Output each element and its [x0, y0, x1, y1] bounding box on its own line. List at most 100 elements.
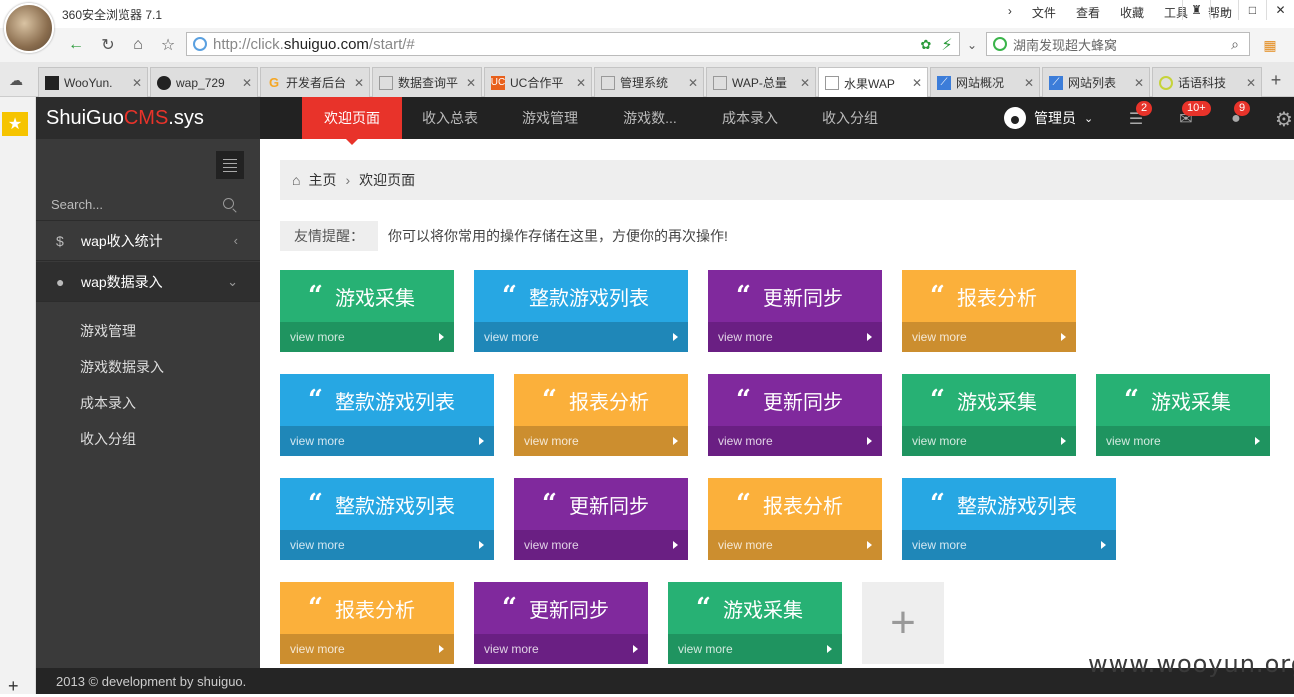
sidebar-sub-game-manage[interactable]: 游戏管理 — [80, 321, 136, 341]
minimize-button[interactable]: – — [1210, 0, 1238, 20]
sidebar-sub-cost[interactable]: 成本录入 — [80, 393, 136, 413]
shortcut-card[interactable]: “ 整款游戏列表 view more — [474, 270, 688, 352]
close-icon[interactable]: ✕ — [132, 76, 142, 90]
close-icon[interactable]: ✕ — [1134, 76, 1144, 90]
menu-file[interactable]: 文件 — [1032, 4, 1056, 21]
tab-site-overview[interactable]: ⟋ 网站概况 ✕ — [930, 67, 1040, 97]
close-icon[interactable]: ✕ — [800, 76, 810, 90]
shortcut-card[interactable]: “ 更新同步 view more — [708, 374, 882, 456]
shortcut-card[interactable]: “ 整款游戏列表 view more — [280, 374, 494, 456]
close-icon[interactable]: ✕ — [242, 76, 252, 90]
view-more-link[interactable]: view more — [708, 426, 882, 456]
view-more-link[interactable]: view more — [280, 322, 454, 352]
skin-icon[interactable]: ♜ — [1182, 0, 1210, 20]
close-button[interactable]: ✕ — [1266, 0, 1294, 20]
shortcut-card[interactable]: “ 更新同步 view more — [514, 478, 688, 560]
search-icon[interactable]: ⌕ — [1231, 36, 1239, 53]
close-icon[interactable]: ✕ — [1024, 76, 1034, 90]
tab-wap-total[interactable]: WAP-总量 ✕ — [706, 67, 816, 97]
tab-uc[interactable]: UC UC合作平 ✕ — [484, 67, 592, 97]
maximize-button[interactable]: □ — [1238, 0, 1266, 20]
list-icon[interactable]: ☰ 2 — [1126, 101, 1153, 129]
view-more-link[interactable]: view more — [514, 530, 688, 560]
search-icon[interactable] — [223, 198, 234, 209]
add-shortcut-button[interactable]: + — [862, 582, 944, 664]
view-more-link[interactable]: view more — [902, 426, 1076, 456]
tab-data-query[interactable]: 数据查询平 ✕ — [372, 67, 482, 97]
menu-favorites[interactable]: 收藏 — [1120, 4, 1144, 21]
chat-icon[interactable]: ● 9 — [1226, 101, 1251, 129]
tab-site-list[interactable]: ⟋ 网站列表 ✕ — [1042, 67, 1150, 97]
close-icon[interactable]: ✕ — [1246, 76, 1256, 90]
apps-grid-icon[interactable]: ▦ — [1258, 33, 1282, 57]
close-icon[interactable]: ✕ — [466, 76, 476, 90]
home-icon[interactable]: ⌂ — [292, 172, 300, 188]
search-input[interactable]: 湖南发现超大蜂窝 ⌕ — [986, 32, 1250, 56]
view-more-link[interactable]: view more — [708, 530, 882, 560]
shortcut-card[interactable]: “ 整款游戏列表 view more — [280, 478, 494, 560]
nav-welcome[interactable]: 欢迎页面 — [302, 97, 402, 145]
mail-icon[interactable]: ✉ 10+ — [1176, 101, 1211, 129]
view-more-link[interactable]: view more — [514, 426, 688, 456]
sidebar-item-wap-income[interactable]: $ wap收入统计 ‹ — [36, 221, 260, 261]
view-more-link[interactable]: view more — [902, 530, 1116, 560]
shortcut-card[interactable]: “ 游戏采集 view more — [902, 374, 1076, 456]
cloud-icon[interactable]: ☁ — [4, 68, 28, 92]
shortcut-card[interactable]: “ 报表分析 view more — [280, 582, 454, 664]
shortcut-card[interactable]: “ 游戏采集 view more — [280, 270, 454, 352]
address-bar[interactable]: http://click. shuiguo.com/start/# — [186, 32, 960, 56]
close-icon[interactable]: ✕ — [576, 76, 586, 90]
tab-huayu[interactable]: 话语科技 ✕ — [1152, 67, 1262, 97]
view-more-link[interactable]: view more — [668, 634, 842, 664]
breadcrumb-home[interactable]: 主页 — [308, 170, 336, 190]
lightning-icon[interactable]: ⚡ — [935, 33, 959, 57]
view-more-link[interactable]: view more — [474, 322, 688, 352]
close-icon[interactable]: ✕ — [912, 76, 922, 90]
shortcut-card[interactable]: “ 游戏采集 view more — [668, 582, 842, 664]
view-more-link[interactable]: view more — [474, 634, 648, 664]
nav-game-manage[interactable]: 游戏管理 — [502, 97, 598, 139]
view-more-link[interactable]: view more — [280, 634, 454, 664]
shortcut-card[interactable]: “ 报表分析 view more — [514, 374, 688, 456]
back-arrow-icon[interactable]: ← — [64, 33, 88, 57]
view-more-link[interactable]: view more — [708, 322, 882, 352]
star-icon[interactable]: ☆ — [156, 33, 180, 57]
tab-wooyun[interactable]: WooYun. ✕ — [38, 67, 148, 97]
new-tab-plus-icon[interactable]: + — [1264, 68, 1288, 92]
gear-icon[interactable]: ⚙ — [1274, 109, 1294, 131]
tab-shuiguo-wap[interactable]: 水果WAP ✕ — [818, 67, 928, 98]
nav-cost-entry[interactable]: 成本录入 — [702, 97, 798, 139]
close-icon[interactable]: ✕ — [354, 76, 364, 90]
tab-wap729[interactable]: wap_729 ✕ — [150, 67, 258, 97]
shortcut-card[interactable]: “ 整款游戏列表 view more — [902, 478, 1116, 560]
nav-income-total[interactable]: 收入总表 — [402, 97, 498, 139]
tab-developer[interactable]: G 开发者后台 ✕ — [260, 67, 370, 97]
shortcut-card[interactable]: “ 更新同步 view more — [474, 582, 648, 664]
refresh-icon[interactable]: ↻ — [96, 33, 120, 57]
sidebar-sub-income-group[interactable]: 收入分组 — [80, 429, 136, 449]
shortcut-card[interactable]: “ 报表分析 view more — [902, 270, 1076, 352]
shortcut-card[interactable]: “ 更新同步 view more — [708, 270, 882, 352]
menu-view[interactable]: 查看 — [1076, 4, 1100, 21]
user-avatar[interactable] — [4, 3, 54, 53]
view-more-link[interactable]: view more — [280, 426, 494, 456]
view-more-link[interactable]: view more — [1096, 426, 1270, 456]
nav-game-data[interactable]: 游戏数... — [602, 97, 698, 139]
sidebar-sub-game-data[interactable]: 游戏数据录入 — [80, 357, 164, 377]
view-more-link[interactable]: view more — [280, 530, 494, 560]
tab-admin-system[interactable]: 管理系统 ✕ — [594, 67, 704, 97]
sidebar-item-wap-data[interactable]: ● wap数据录入 ⌄ — [36, 262, 260, 302]
chevron-down-icon[interactable]: ⌄ — [960, 33, 984, 57]
shortcut-card[interactable]: “ 游戏采集 view more — [1096, 374, 1270, 456]
brand-logo[interactable]: ShuiGuo CMS .sys — [36, 97, 260, 139]
sidebar-search-input[interactable]: Search... — [36, 189, 260, 221]
sidebar-toggle-icon[interactable] — [216, 151, 244, 179]
menu-arrow-icon[interactable]: › — [1008, 4, 1012, 21]
shortcut-card[interactable]: “ 报表分析 view more — [708, 478, 882, 560]
view-more-link[interactable]: view more — [902, 322, 1076, 352]
nav-income-group[interactable]: 收入分组 — [802, 97, 898, 139]
favorites-star-icon[interactable]: ★ — [2, 112, 28, 136]
home-icon[interactable]: ⌂ — [126, 33, 150, 57]
close-icon[interactable]: ✕ — [688, 76, 698, 90]
admin-menu[interactable]: 管理员 ⌄ — [1004, 97, 1093, 139]
